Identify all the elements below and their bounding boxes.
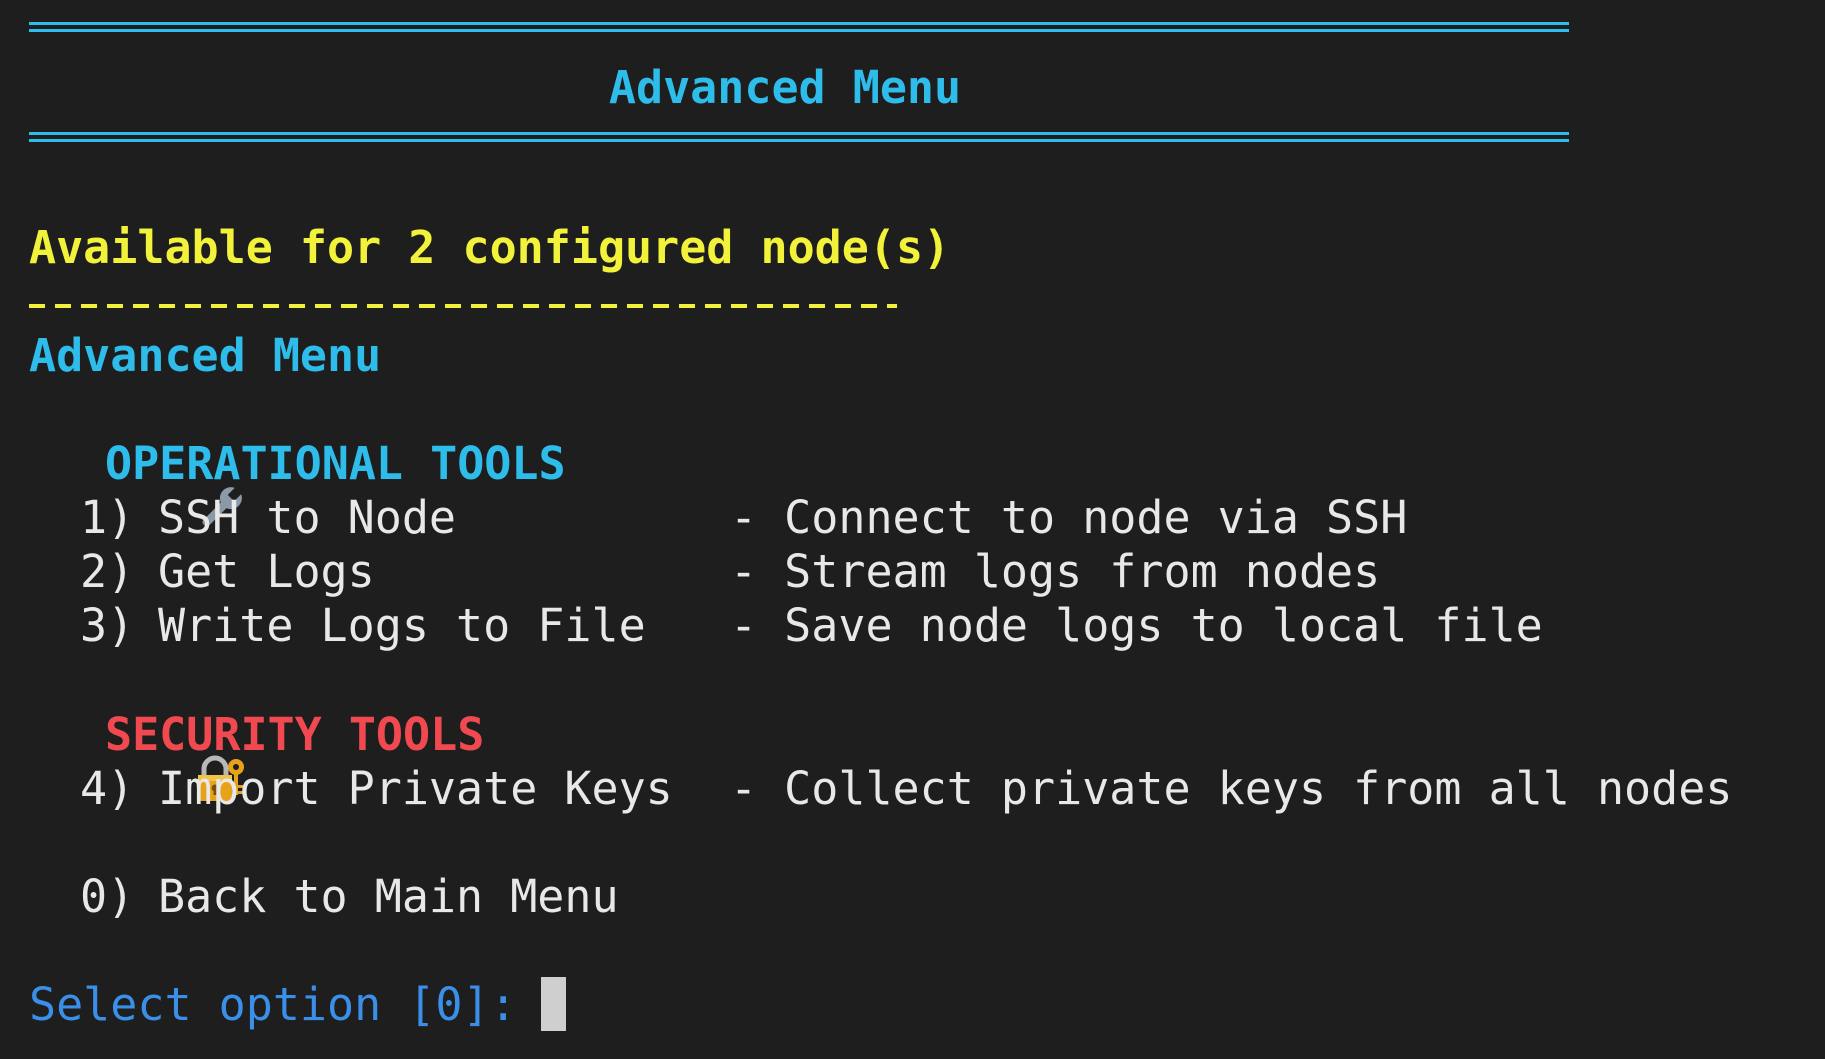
option-row-2[interactable]: 2) Get Logs - Stream logs from nodes <box>80 544 1380 598</box>
header-rule-bottom <box>29 132 1569 142</box>
option-number: 0) <box>80 869 135 923</box>
security-tools-title: SECURITY TOOLS <box>105 707 485 761</box>
menu-title: Advanced Menu <box>0 60 1570 114</box>
option-description: - Save node logs to local file <box>730 598 1543 652</box>
header-rule-top <box>29 22 1569 32</box>
prompt-line[interactable]: Select option [0]: <box>29 977 566 1031</box>
prompt-text: Select option [0]: <box>29 977 517 1031</box>
availability-line: Available for 2 configured node(s) <box>29 220 950 274</box>
option-row-1[interactable]: 1) SSH to Node - Connect to node via SSH <box>80 490 1407 544</box>
option-number: 1) <box>80 490 135 544</box>
option-label: Import Private Keys <box>158 761 673 815</box>
dashed-divider <box>29 304 897 308</box>
option-label: Write Logs to File <box>158 598 646 652</box>
lock-key-icon <box>29 710 244 801</box>
option-description: - Stream logs from nodes <box>730 544 1381 598</box>
option-label: Back to Main Menu <box>158 869 619 923</box>
availability-text: Available for 2 configured node(s) <box>29 220 951 274</box>
option-number: 4) <box>80 761 135 815</box>
terminal-window: Advanced Menu Available for 2 configured… <box>0 0 1825 1059</box>
option-number: 3) <box>80 598 135 652</box>
option-number: 2) <box>80 544 135 598</box>
operational-tools-title: OPERATIONAL TOOLS <box>105 436 566 490</box>
operational-tools-heading: OPERATIONAL TOOLS <box>29 436 566 527</box>
wrench-icon <box>29 439 243 527</box>
option-label: SSH to Node <box>158 490 457 544</box>
option-row-3[interactable]: 3) Write Logs to File - Save node logs to … <box>80 598 1543 652</box>
option-label: Get Logs <box>158 544 375 598</box>
security-tools-heading: SECURITY TOOLS <box>29 707 485 801</box>
option-description: - Connect to node via SSH <box>730 490 1408 544</box>
option-row-back[interactable]: 0) Back to Main Menu <box>80 869 619 923</box>
option-row-4[interactable]: 4) Import Private Keys - Collect private k… <box>80 761 1732 815</box>
subheading-text: Advanced Menu <box>29 328 382 382</box>
subheading-line: Advanced Menu <box>29 328 381 382</box>
option-description: - Collect private keys from all nodes <box>730 761 1733 815</box>
text-cursor[interactable] <box>540 977 566 1031</box>
menu-title-text: Advanced Menu <box>608 60 962 114</box>
